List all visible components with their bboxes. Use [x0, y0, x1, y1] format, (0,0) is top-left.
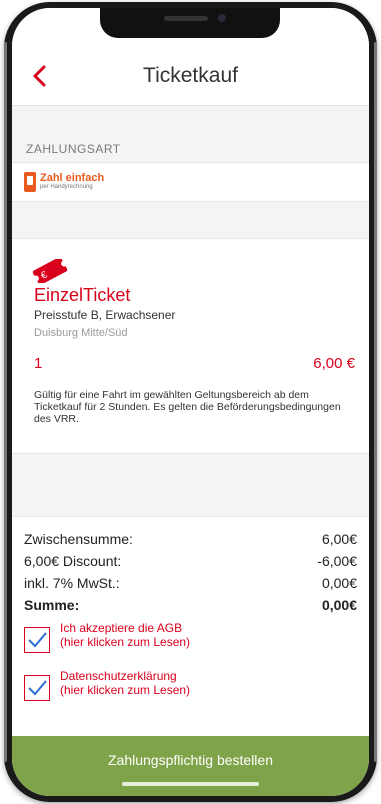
home-indicator[interactable]	[122, 782, 259, 786]
total-value: 0,00€	[321, 597, 357, 613]
ticket-zone: Duisburg Mitte/Süd	[34, 327, 128, 339]
vat-row: inkl. 7% MwSt.: 0,00€	[24, 575, 357, 591]
phone-edge-left	[4, 42, 7, 762]
agb-checkbox[interactable]	[24, 627, 50, 653]
privacy-consent[interactable]: Datenschutzerklärung (hier klicken zum L…	[24, 669, 190, 701]
ticket-price: 6,00 €	[313, 355, 355, 372]
payment-section-label: ZAHLUNGSART	[26, 142, 121, 156]
privacy-read-link[interactable]: (hier klicken zum Lesen)	[60, 683, 190, 697]
vat-label: inkl. 7% MwSt.:	[24, 575, 120, 591]
discount-row: 6,00€ Discount: -6,00€	[24, 553, 357, 569]
agb-consent[interactable]: Ich akzeptiere die AGB (hier klicken zum…	[24, 621, 190, 653]
payment-method-row[interactable]: Zahl einfach per Handyrechnung	[12, 162, 369, 202]
phone-icon	[24, 172, 36, 192]
ticket-card: € EinzelTicket Preisstufe B, Erwachsener…	[12, 238, 369, 454]
total-label: Summe:	[24, 597, 80, 613]
subtotal-value: 6,00€	[321, 531, 357, 547]
screen: Ticketkauf ZAHLUNGSART Zahl einfach per …	[12, 8, 369, 796]
subtotal-label: Zwischensumme:	[24, 531, 133, 547]
privacy-label[interactable]: Datenschutzerklärung	[60, 669, 190, 683]
provider-sub: per Handyrechnung	[40, 184, 93, 190]
checkmark-icon	[28, 680, 47, 696]
ticket-quantity: 1	[34, 355, 43, 372]
notch	[100, 8, 280, 38]
discount-label: 6,00€ Discount:	[24, 553, 122, 569]
discount-value: -6,00€	[317, 553, 357, 569]
subtotal-row: Zwischensumme: 6,00€	[24, 531, 357, 547]
provider-name: Zahl einfach	[40, 172, 105, 184]
vat-value: 0,00€	[321, 575, 357, 591]
order-button[interactable]: Zahlungspflichtig bestellen	[12, 736, 369, 796]
speaker	[164, 16, 208, 21]
phone-frame: Ticketkauf ZAHLUNGSART Zahl einfach per …	[4, 2, 377, 802]
phone-edge-right	[374, 42, 377, 762]
agb-read-link[interactable]: (hier klicken zum Lesen)	[60, 635, 190, 649]
ticket-icon: €	[32, 259, 68, 283]
front-camera	[218, 14, 226, 22]
privacy-checkbox[interactable]	[24, 675, 50, 701]
zahl-einfach-logo: Zahl einfach per Handyrechnung	[24, 172, 104, 192]
ticket-fare-level: Preisstufe B, Erwachsener	[34, 308, 176, 322]
checkmark-icon	[28, 632, 47, 648]
page-title: Ticketkauf	[143, 64, 238, 87]
total-row: Summe: 0,00€	[24, 597, 357, 613]
ticket-title: EinzelTicket	[34, 285, 131, 305]
agb-label[interactable]: Ich akzeptiere die AGB	[60, 621, 190, 635]
ticket-description: Gültig für eine Fahrt im gewählten Geltu…	[34, 389, 341, 425]
